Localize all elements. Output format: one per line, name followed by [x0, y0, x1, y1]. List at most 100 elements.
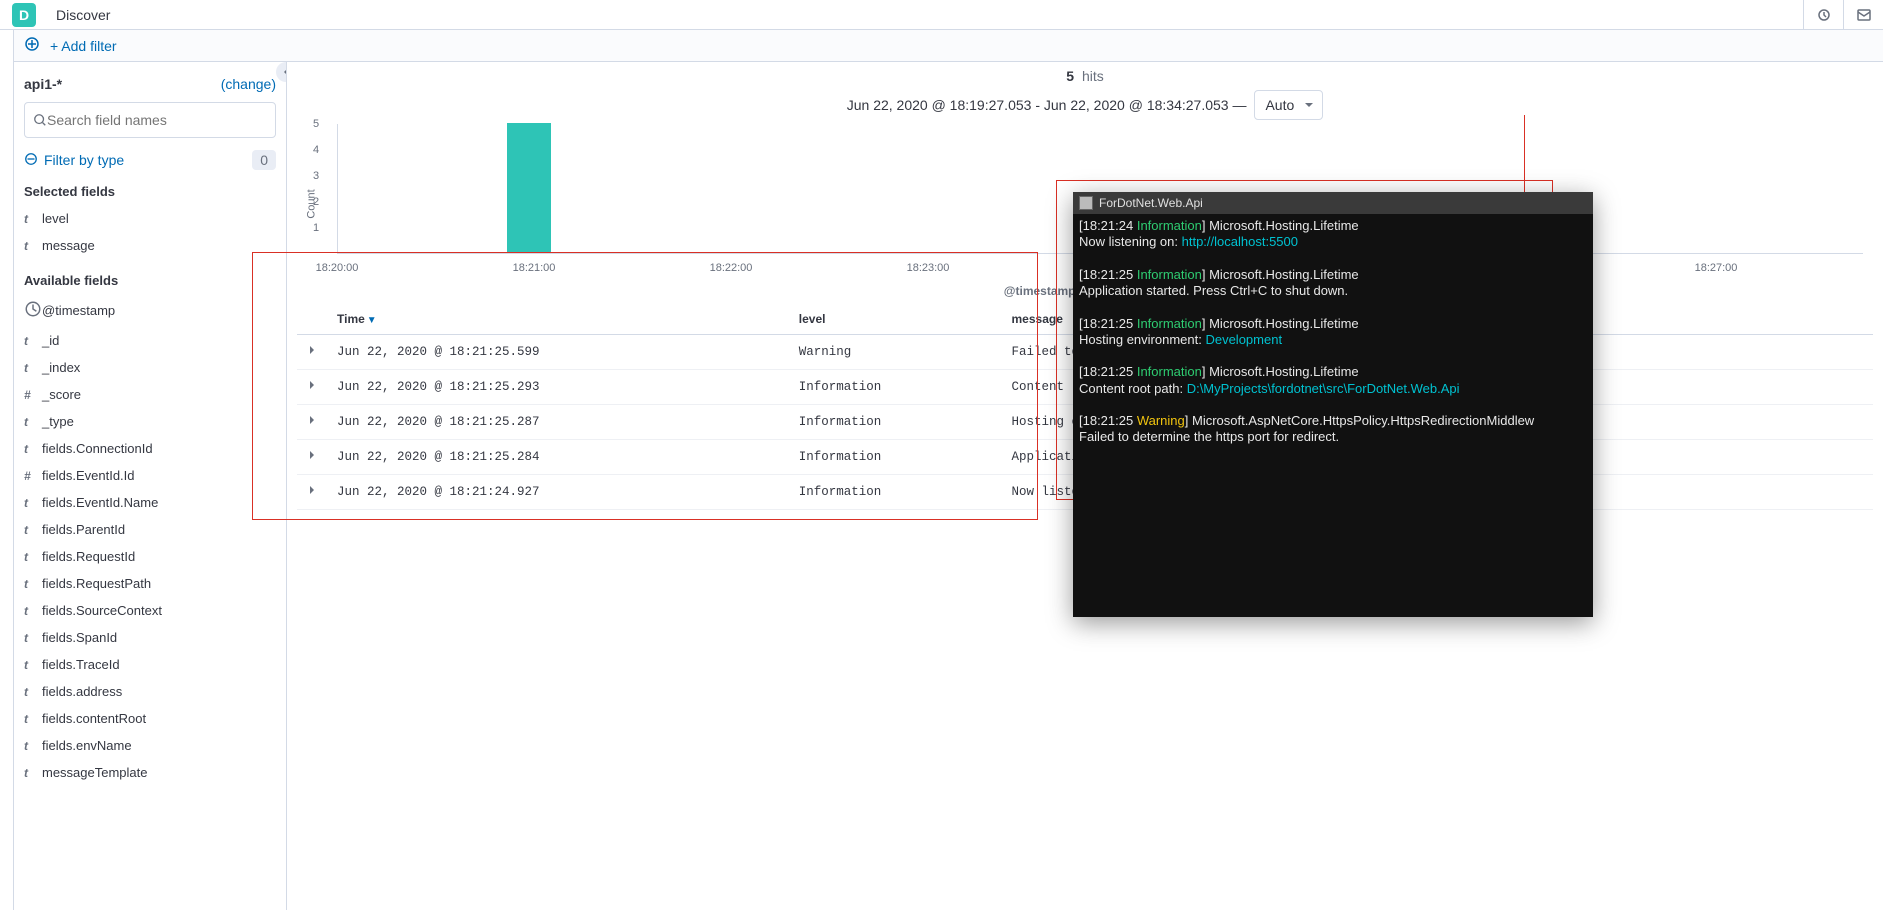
- field-type-icon: [24, 469, 42, 483]
- field-item[interactable]: fields.EventId.Id: [24, 462, 276, 489]
- field-name: fields.EventId.Id: [42, 468, 135, 483]
- field-item[interactable]: @timestamp: [24, 294, 276, 327]
- field-item[interactable]: tfields.contentRoot: [24, 705, 276, 732]
- field-type-icon: t: [24, 577, 42, 591]
- hits-line: 5 hits: [297, 68, 1873, 84]
- field-name: fields.ConnectionId: [42, 441, 153, 456]
- hits-count: 5: [1066, 68, 1074, 84]
- search-icon: [33, 113, 47, 127]
- field-name: fields.ParentId: [42, 522, 125, 537]
- field-item[interactable]: tfields.ParentId: [24, 516, 276, 543]
- console-window[interactable]: ForDotNet.Web.Api [18:21:24 Information]…: [1073, 192, 1593, 617]
- chart-ytick: 2: [313, 196, 319, 208]
- field-item[interactable]: tfields.RequestId: [24, 543, 276, 570]
- chart-xtick: 18:23:00: [907, 262, 950, 274]
- chart-xtick: 18:20:00: [316, 262, 359, 274]
- sort-desc-icon: ▼: [367, 315, 377, 326]
- field-item[interactable]: tmessageTemplate: [24, 759, 276, 786]
- field-item[interactable]: t_type: [24, 408, 276, 435]
- fields-sidebar: api1-* (change) Filter by type 0 Selecte…: [14, 62, 287, 910]
- field-type-icon: t: [24, 631, 42, 645]
- share-icon[interactable]: [1843, 0, 1883, 30]
- chart-ytick: 4: [313, 144, 319, 156]
- field-item[interactable]: tfields.address: [24, 678, 276, 705]
- nav-spine[interactable]: [0, 30, 14, 910]
- field-name: messageTemplate: [42, 765, 148, 780]
- interval-select[interactable]: Auto: [1254, 90, 1323, 120]
- field-type-icon: [24, 300, 42, 321]
- chart-xtick: 18:22:00: [710, 262, 753, 274]
- chart-bar[interactable]: [507, 123, 551, 253]
- field-item[interactable]: t_id: [24, 327, 276, 354]
- available-fields-heading: Available fields: [24, 273, 276, 288]
- field-name: _type: [42, 414, 74, 429]
- filters-icon[interactable]: [24, 36, 40, 55]
- field-type-icon: t: [24, 212, 42, 226]
- field-item[interactable]: tlevel: [24, 205, 276, 232]
- console-title-text: ForDotNet.Web.Api: [1099, 196, 1203, 210]
- index-pattern-change-link[interactable]: (change): [221, 76, 276, 92]
- chevron-down-icon: [1304, 97, 1314, 113]
- field-item[interactable]: tfields.ConnectionId: [24, 435, 276, 462]
- field-item[interactable]: _score: [24, 381, 276, 408]
- field-name: @timestamp: [42, 303, 115, 318]
- filter-by-type-button[interactable]: Filter by type: [44, 152, 252, 168]
- field-search-input[interactable]: [47, 112, 267, 128]
- field-item[interactable]: tfields.RequestPath: [24, 570, 276, 597]
- field-type-icon: t: [24, 604, 42, 618]
- field-type-icon: t: [24, 496, 42, 510]
- field-item[interactable]: tfields.TraceId: [24, 651, 276, 678]
- interval-value: Auto: [1265, 97, 1294, 113]
- field-name: fields.RequestPath: [42, 576, 151, 591]
- add-filter-button[interactable]: + Add filter: [50, 38, 117, 54]
- top-header: D Discover: [0, 0, 1883, 30]
- field-item[interactable]: tfields.SourceContext: [24, 597, 276, 624]
- expand-row-icon[interactable]: [297, 440, 327, 475]
- field-name: fields.SpanId: [42, 630, 117, 645]
- console-app-icon: [1079, 196, 1093, 210]
- expand-row-icon[interactable]: [297, 335, 327, 370]
- field-name: fields.EventId.Name: [42, 495, 158, 510]
- inspect-icon[interactable]: [1803, 0, 1843, 30]
- expand-row-icon[interactable]: [297, 370, 327, 405]
- console-body: [18:21:24 Information] Microsoft.Hosting…: [1073, 214, 1593, 450]
- field-type-icon: t: [24, 415, 42, 429]
- field-name: fields.SourceContext: [42, 603, 162, 618]
- filter-type-icon[interactable]: [24, 152, 38, 169]
- col-time[interactable]: Time▼: [327, 304, 789, 335]
- chart-ytick: 1: [313, 222, 319, 234]
- field-item[interactable]: tfields.envName: [24, 732, 276, 759]
- app-name: Discover: [56, 7, 110, 23]
- field-name: _id: [42, 333, 59, 348]
- app-logo[interactable]: D: [12, 3, 36, 27]
- field-item[interactable]: t_index: [24, 354, 276, 381]
- cell-time: Jun 22, 2020 @ 18:21:25.287: [327, 405, 789, 440]
- hits-label: hits: [1082, 68, 1104, 84]
- field-item[interactable]: tfields.SpanId: [24, 624, 276, 651]
- field-search[interactable]: [24, 102, 276, 138]
- cell-level: Information: [789, 370, 1002, 405]
- collapse-sidebar-icon[interactable]: [276, 62, 287, 82]
- field-name: fields.TraceId: [42, 657, 120, 672]
- index-pattern-name[interactable]: api1-*: [24, 76, 62, 92]
- field-name: _score: [42, 387, 81, 402]
- time-range-text: Jun 22, 2020 @ 18:19:27.053 - Jun 22, 20…: [847, 97, 1247, 113]
- field-name: fields.RequestId: [42, 549, 135, 564]
- col-level[interactable]: level: [789, 304, 1002, 335]
- field-type-icon: t: [24, 442, 42, 456]
- cell-time: Jun 22, 2020 @ 18:21:25.284: [327, 440, 789, 475]
- field-name: _index: [42, 360, 80, 375]
- field-type-icon: t: [24, 658, 42, 672]
- cell-time: Jun 22, 2020 @ 18:21:25.599: [327, 335, 789, 370]
- field-name: fields.contentRoot: [42, 711, 146, 726]
- cell-level: Information: [789, 440, 1002, 475]
- chart-xtick: 18:27:00: [1695, 262, 1738, 274]
- console-titlebar[interactable]: ForDotNet.Web.Api: [1073, 192, 1593, 214]
- expand-row-icon[interactable]: [297, 475, 327, 510]
- field-item[interactable]: tfields.EventId.Name: [24, 489, 276, 516]
- expand-row-icon[interactable]: [297, 405, 327, 440]
- field-name: fields.envName: [42, 738, 132, 753]
- field-type-icon: t: [24, 739, 42, 753]
- selected-fields-heading: Selected fields: [24, 184, 276, 199]
- field-item[interactable]: tmessage: [24, 232, 276, 259]
